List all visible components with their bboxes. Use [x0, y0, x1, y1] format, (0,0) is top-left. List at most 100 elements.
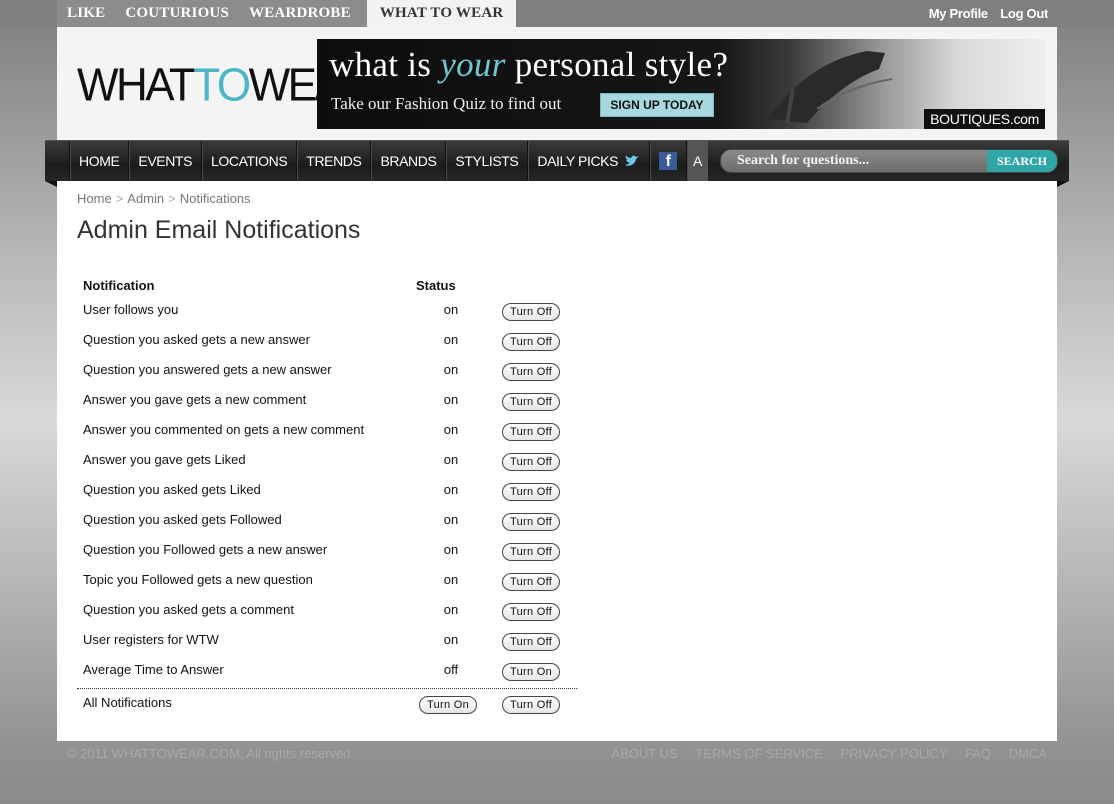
- turn-off-button[interactable]: Turn Off: [502, 363, 561, 381]
- turn-off-button[interactable]: Turn Off: [502, 513, 561, 531]
- site-link-like[interactable]: LIKE: [57, 0, 115, 27]
- notification-label: User follows you: [83, 302, 179, 317]
- notification-status: on: [443, 392, 459, 407]
- notification-status: on: [443, 632, 459, 647]
- notification-label: Question you asked gets Followed: [83, 512, 282, 527]
- breadcrumb-separator: >: [115, 191, 124, 206]
- table-row: Question you asked gets Liked on Turn Off: [77, 478, 577, 508]
- nav-daily-picks[interactable]: DAILY PICKS: [527, 141, 649, 181]
- turn-off-button[interactable]: Turn Off: [502, 453, 561, 471]
- log-out-link[interactable]: Log Out: [1000, 6, 1048, 21]
- breadcrumb-separator: >: [168, 191, 176, 206]
- all-notifications-row: All Notifications Turn On Turn Off: [77, 688, 577, 719]
- top-site-strip: LIKE COUTURIOUS WEARDROBE WHAT TO WEAR M…: [0, 0, 1114, 27]
- page-title: Admin Email Notifications: [77, 216, 361, 244]
- table-row: Answer you gave gets Liked on Turn Off: [77, 448, 577, 478]
- turn-off-button[interactable]: Turn Off: [502, 333, 561, 351]
- logo-what: WHAT: [77, 59, 196, 112]
- banner-headline-em: your: [440, 45, 506, 84]
- notification-status: on: [443, 572, 459, 587]
- notification-status: on: [443, 422, 459, 437]
- breadcrumb-admin[interactable]: Admin: [127, 191, 164, 206]
- turn-off-button[interactable]: Turn Off: [502, 303, 561, 321]
- nav-trends[interactable]: TRENDS: [296, 141, 370, 181]
- notification-status: on: [443, 602, 459, 617]
- shoe-image: [767, 51, 893, 124]
- footer-about-us[interactable]: ABOUT US: [611, 746, 677, 761]
- notifications-table: Notification Status User follows you on Tu…: [77, 274, 577, 719]
- nav-more[interactable]: A: [686, 141, 708, 181]
- notification-label: Answer you gave gets a new comment: [83, 392, 307, 407]
- nav-home[interactable]: HOME: [69, 141, 128, 181]
- banner-headline-pre: what is: [329, 45, 441, 84]
- twitter-icon[interactable]: [624, 153, 640, 169]
- notification-label: Answer you gave gets Liked: [83, 452, 246, 467]
- notification-status: on: [443, 542, 459, 557]
- copyright-text: © 2011 WHATTOWEAR.COM, All rights reserv…: [67, 746, 354, 761]
- turn-off-button[interactable]: Turn Off: [502, 603, 561, 621]
- breadcrumb-home[interactable]: Home: [77, 191, 112, 206]
- turn-off-button[interactable]: Turn Off: [502, 573, 561, 591]
- search-input[interactable]: Search for questions...: [737, 150, 869, 172]
- footer-dmca[interactable]: DMCA: [1009, 746, 1047, 761]
- banner-headline-post: personal style?: [505, 45, 729, 84]
- nav-brands[interactable]: BRANDS: [370, 141, 445, 181]
- notification-status: on: [443, 512, 459, 527]
- turn-off-button[interactable]: Turn Off: [502, 393, 561, 411]
- user-links: My Profile Log Out: [921, 0, 1049, 27]
- notification-status: off: [443, 662, 459, 677]
- page-container: WHATTOWEAR what is your personal style? …: [45, 27, 1069, 741]
- nav-facebook[interactable]: f: [649, 141, 686, 181]
- footer-privacy-policy[interactable]: PRIVACY POLICY: [841, 746, 948, 761]
- breadcrumb-current: Notifications: [179, 191, 251, 206]
- nav-daily-picks-label: DAILY PICKS: [537, 153, 619, 169]
- turn-off-button[interactable]: Turn Off: [502, 543, 561, 561]
- notification-label: Question you asked gets a comment: [83, 602, 295, 617]
- nav-fold-right: [1057, 181, 1069, 187]
- turn-off-button[interactable]: Turn Off: [502, 423, 561, 441]
- column-status: Status: [416, 278, 456, 293]
- site-link-couturious[interactable]: COUTURIOUS: [115, 0, 239, 27]
- notification-label: Question you asked gets a new answer: [83, 332, 310, 347]
- nav-locations[interactable]: LOCATIONS: [201, 141, 296, 181]
- notification-status: on: [443, 452, 459, 467]
- all-turn-on-button[interactable]: Turn On: [419, 696, 478, 714]
- table-row: Topic you Followed gets a new question on…: [77, 568, 577, 598]
- table-row: User follows you on Turn Off: [77, 298, 577, 328]
- fashion-quiz-banner[interactable]: what is your personal style? Take our Fa…: [317, 39, 1045, 129]
- table-row: Answer you gave gets a new comment on Turn…: [77, 388, 577, 418]
- nav-fold-left: [45, 181, 57, 187]
- footer-terms-of-service[interactable]: TERMS OF SERVICE: [695, 746, 823, 761]
- banner-headline: what is your personal style?: [329, 45, 728, 85]
- table-row: Question you answered gets a new answer o…: [77, 358, 577, 388]
- notification-label: Question you asked gets Liked: [83, 482, 261, 497]
- table-row: Question you asked gets a comment on Turn …: [77, 598, 577, 628]
- notification-status: on: [443, 332, 459, 347]
- notification-label: Topic you Followed gets a new question: [83, 572, 313, 587]
- search-box: Search for questions... SEARCH: [720, 149, 1058, 173]
- turn-off-button[interactable]: Turn Off: [502, 633, 561, 651]
- sign-up-today-button[interactable]: SIGN UP TODAY: [600, 93, 714, 117]
- nav-events[interactable]: EVENTS: [128, 141, 201, 181]
- turn-on-button[interactable]: Turn On: [502, 663, 561, 681]
- my-profile-link[interactable]: My Profile: [929, 6, 988, 21]
- footer-links: ABOUT US TERMS OF SERVICE PRIVACY POLICY…: [597, 746, 1047, 761]
- site-link-weardrobe[interactable]: WEARDROBE: [239, 0, 361, 27]
- search-button[interactable]: SEARCH: [987, 150, 1057, 172]
- table-row: User registers for WTW on Turn Off: [77, 628, 577, 658]
- notification-label: Average Time to Answer: [83, 662, 224, 677]
- all-turn-off-button[interactable]: Turn Off: [502, 696, 561, 714]
- notification-label: Answer you commented on gets a new comme…: [83, 422, 365, 437]
- notification-label: Question you Followed gets a new answer: [83, 542, 328, 557]
- table-header: Notification Status: [77, 274, 577, 298]
- site-link-what-to-wear[interactable]: WHAT TO WEAR: [366, 0, 517, 27]
- main-nav-bar: HOME EVENTS LOCATIONS TRENDS BRANDS STYL…: [45, 140, 1069, 187]
- footer-faq[interactable]: FAQ: [965, 746, 991, 761]
- network-site-links: LIKE COUTURIOUS WEARDROBE WHAT TO WEAR: [57, 0, 517, 27]
- column-notification: Notification: [83, 278, 155, 293]
- logo-to: TO: [193, 59, 251, 112]
- nav-stylists[interactable]: STYLISTS: [445, 141, 527, 181]
- table-row: Average Time to Answer off Turn On: [77, 658, 577, 688]
- turn-off-button[interactable]: Turn Off: [502, 483, 561, 501]
- notification-status: on: [443, 482, 459, 497]
